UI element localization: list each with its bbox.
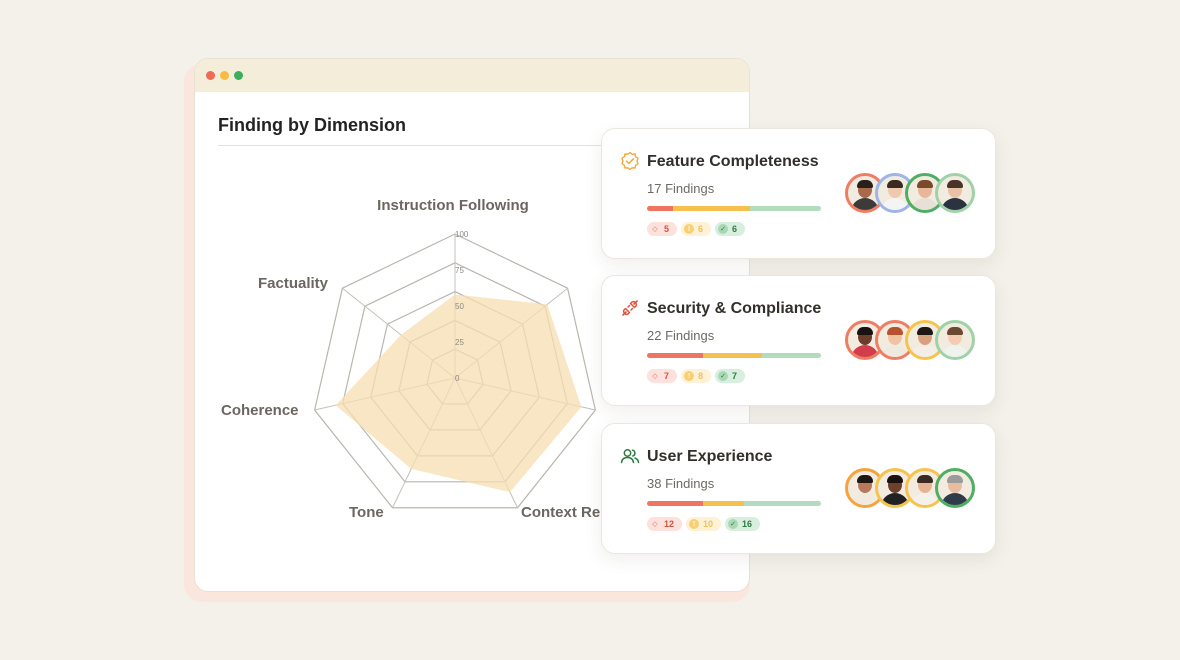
diamond-alert-icon: ◇ bbox=[652, 225, 658, 233]
warning-segment bbox=[673, 206, 750, 211]
diamond-alert-icon: ◇ bbox=[652, 520, 658, 528]
critical-count: 12 bbox=[664, 519, 675, 529]
avatar[interactable] bbox=[935, 173, 975, 213]
avatar-hair bbox=[917, 180, 933, 188]
avatar[interactable] bbox=[935, 468, 975, 508]
warning-icon: ! bbox=[684, 371, 695, 381]
avatar-hair bbox=[947, 327, 963, 335]
severity-bar bbox=[647, 353, 821, 358]
avatar-hair bbox=[887, 475, 903, 483]
resolved-segment bbox=[761, 353, 821, 358]
critical-segment bbox=[647, 206, 674, 211]
avatar-hair bbox=[857, 327, 873, 335]
warning-chip: ! 6 bbox=[681, 222, 712, 236]
severity-bar bbox=[647, 501, 821, 506]
resolved-count: 7 bbox=[732, 371, 738, 381]
resolved-segment bbox=[749, 206, 821, 211]
warning-count: 6 bbox=[698, 224, 704, 234]
users-icon bbox=[620, 449, 640, 464]
severity-chips: ◇ 5 ! 6 ✓ 6 bbox=[647, 222, 746, 236]
avatar-shoulders bbox=[881, 198, 909, 210]
avatar-hair bbox=[887, 327, 903, 335]
check-icon: ✓ bbox=[728, 519, 739, 529]
severity-bar bbox=[647, 206, 821, 211]
avatar[interactable] bbox=[935, 320, 975, 360]
axis-label-instruction-following: Instruction Following bbox=[377, 197, 529, 214]
avatar-group[interactable] bbox=[845, 320, 975, 360]
warning-icon: ! bbox=[689, 519, 700, 529]
findings-count: 38 Findings bbox=[647, 476, 715, 491]
resolved-count: 6 bbox=[732, 224, 738, 234]
verified-badge-icon bbox=[621, 151, 639, 171]
avatar-shoulders bbox=[911, 198, 939, 210]
axis-label-coherence: Coherence bbox=[221, 402, 299, 419]
findings-count: 17 Findings bbox=[647, 181, 715, 196]
avatar-shoulders bbox=[941, 493, 969, 505]
warning-count: 10 bbox=[703, 519, 714, 529]
warning-segment bbox=[702, 353, 762, 358]
avatar-shoulders bbox=[941, 345, 969, 357]
tick-label: 100 bbox=[455, 230, 469, 239]
diamond-alert-icon: ◇ bbox=[652, 372, 658, 380]
critical-chip: ◇ 5 bbox=[647, 222, 678, 236]
warning-segment bbox=[702, 501, 745, 506]
avatar-group[interactable] bbox=[845, 173, 975, 213]
critical-count: 7 bbox=[664, 371, 670, 381]
resolved-segment bbox=[744, 501, 821, 506]
warning-icon: ! bbox=[684, 224, 695, 234]
avatar-shoulders bbox=[941, 198, 969, 210]
radar-chart: 0 25 50 75 100 Instruction Following Context… bbox=[221, 197, 600, 521]
critical-chip: ◇ 7 bbox=[647, 369, 678, 383]
check-icon: ✓ bbox=[718, 371, 729, 381]
plug-icon bbox=[622, 300, 638, 316]
axis-label-factuality: Factuality bbox=[258, 275, 329, 292]
tick-label: 25 bbox=[455, 338, 464, 347]
tick-label: 50 bbox=[455, 302, 464, 311]
findings-count: 22 Findings bbox=[647, 328, 715, 343]
card-title: Security & Compliance bbox=[647, 300, 822, 317]
avatar-shoulders bbox=[851, 493, 879, 505]
resolved-count: 16 bbox=[742, 519, 753, 529]
avatar-group[interactable] bbox=[845, 468, 975, 508]
avatar-hair bbox=[947, 180, 963, 188]
severity-chips: ◇ 7 ! 8 ✓ 7 bbox=[647, 369, 746, 383]
severity-chips: ◇ 12 ! 10 ✓ 16 bbox=[647, 517, 761, 531]
check-icon: ✓ bbox=[718, 224, 729, 234]
avatar-hair bbox=[857, 180, 873, 188]
avatar-shoulders bbox=[881, 493, 909, 505]
warning-chip: ! 10 bbox=[686, 517, 722, 531]
avatar-hair bbox=[917, 475, 933, 483]
avatar-shoulders bbox=[851, 198, 879, 210]
avatar-hair bbox=[857, 475, 873, 483]
avatar-hair bbox=[917, 327, 933, 335]
card-security-compliance[interactable]: Security & Compliance 22 Findings ◇ 7 ! 8 … bbox=[601, 275, 996, 406]
warning-chip: ! 8 bbox=[681, 369, 712, 383]
card-title: User Experience bbox=[647, 448, 773, 465]
card-feature-completeness[interactable]: Feature Completeness 17 Findings ◇ 5 ! 6 ✓… bbox=[601, 128, 996, 259]
critical-segment bbox=[647, 501, 703, 506]
warning-count: 8 bbox=[698, 371, 704, 381]
resolved-chip: ✓ 6 bbox=[715, 222, 746, 236]
avatar-hair bbox=[947, 475, 963, 483]
resolved-chip: ✓ 7 bbox=[715, 369, 746, 383]
axis-label-context: Context Re bbox=[521, 504, 600, 521]
critical-chip: ◇ 12 bbox=[647, 517, 683, 531]
card-title: Feature Completeness bbox=[647, 153, 819, 170]
avatar-shoulders bbox=[911, 493, 939, 505]
resolved-chip: ✓ 16 bbox=[725, 517, 761, 531]
avatar-hair bbox=[887, 180, 903, 188]
card-user-experience[interactable]: User Experience 38 Findings ◇ 12 ! 10 ✓ 16 bbox=[601, 423, 996, 554]
avatar-shoulders bbox=[881, 345, 909, 357]
critical-segment bbox=[647, 353, 703, 358]
radar-series-area bbox=[335, 294, 582, 493]
avatar-shoulders bbox=[851, 345, 879, 357]
critical-count: 5 bbox=[664, 224, 670, 234]
tick-label: 0 bbox=[455, 374, 460, 383]
avatar-shoulders bbox=[911, 345, 939, 357]
tick-label: 75 bbox=[455, 266, 464, 275]
axis-label-tone: Tone bbox=[349, 504, 384, 521]
